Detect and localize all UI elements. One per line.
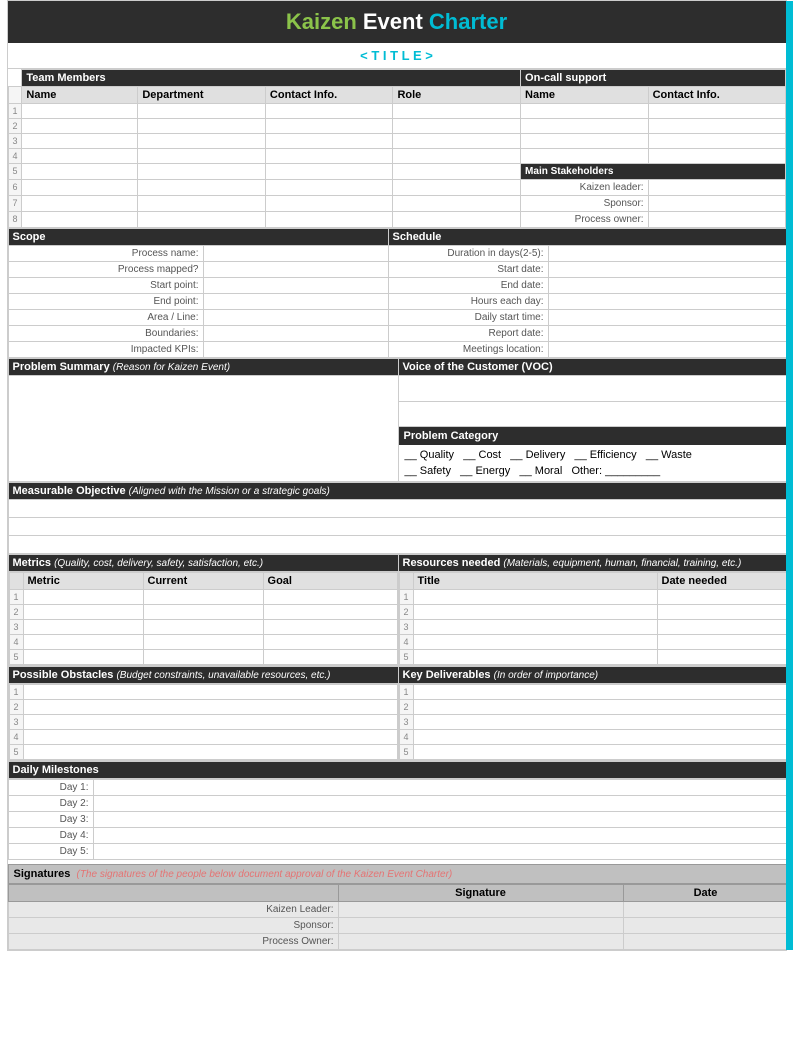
voc-header: Voice of the Customer (VOC) [398,359,788,376]
table-row: 3 [399,714,787,729]
signature-row: Sponsor: [8,917,788,933]
deliverables-header: Key Deliverables (In order of importance… [398,666,788,683]
daily-milestone-row: Day 5: [8,843,788,859]
problem-summary-cell [8,376,398,482]
measurable-objective-cell-2 [8,517,788,535]
table-row: 3 [9,619,397,634]
table-row: 4 [9,634,397,649]
table-row: 2 [9,604,397,619]
daily-milestone-row: Day 2: [8,795,788,811]
table-row: 3 [8,134,785,149]
problem-category-items: __ Quality __ Cost __ Delivery __ Effici… [399,445,788,465]
signature-row: Process Owner: [8,933,788,949]
table-row: 3 [9,714,397,729]
schedule-header: Schedule [388,229,788,246]
table-row: 1 [399,589,787,604]
problem-category-header: Problem Category [399,427,788,445]
measurable-objective-cell-3 [8,535,788,553]
table-row: 8 Process owner: [8,212,785,228]
daily-milestone-row: Day 3: [8,811,788,827]
signature-row: Kaizen Leader: [8,901,788,917]
team-members-header: Team Members [22,70,521,87]
daily-milestone-row: Day 4: [8,827,788,843]
table-row: 2 [399,604,787,619]
problem-summary-header: Problem Summary (Reason for Kaizen Event… [8,359,398,376]
sig-col-signature: Signature [338,884,623,901]
table-row: 4 [399,634,787,649]
col-contact: Contact Info. [265,87,393,104]
col-dept: Department [138,87,266,104]
on-call-support-header: On-call support [521,70,785,87]
table-row: 2 [399,699,787,714]
subtitle: < T I T L E > [8,43,786,69]
measurable-objective-cell [8,499,788,517]
col-on-call-name: Name [521,87,649,104]
metrics-header: Metrics (Quality, cost, delivery, safety… [8,554,398,571]
table-row: 1 [9,589,397,604]
table-row: 1 [399,684,787,699]
table-row: 7 Sponsor: [8,196,785,212]
table-row: 2 [8,119,785,134]
table-row: 5 Main Stakeholders [8,164,785,180]
table-row: 5 [399,649,787,664]
col-name: Name [22,87,138,104]
table-row: 5 [9,744,397,759]
table-row: 4 [399,729,787,744]
main-stakeholders-header: Main Stakeholders [521,164,785,180]
table-row: 3 [399,619,787,634]
daily-milestone-row: Day 1: [8,779,788,795]
table-row: 2 [9,699,397,714]
table-row: 1 [9,684,397,699]
table-row: 5 [9,649,397,664]
signatures-header: Signatures (The signatures of the people… [8,864,788,883]
col-on-call-contact: Contact Info. [648,87,785,104]
table-row: 6 Kaizen leader: [8,180,785,196]
table-row: 1 [8,104,785,119]
daily-milestones-header: Daily Milestones [8,761,788,778]
table-row: 5 [399,744,787,759]
sig-col-date: Date [623,884,788,901]
page-title: Kaizen Event Charter [8,1,786,43]
resources-header: Resources needed (Materials, equipment, … [398,554,788,571]
measurable-objective-header: Measurable Objective (Aligned with the M… [8,482,788,499]
table-row: 4 [8,149,785,164]
table-row: 4 [9,729,397,744]
voc-cell: Problem Category __ Quality __ Cost __ D… [398,376,788,482]
col-role: Role [393,87,521,104]
obstacles-header: Possible Obstacles (Budget constraints, … [8,666,398,683]
scope-header: Scope [8,229,388,246]
